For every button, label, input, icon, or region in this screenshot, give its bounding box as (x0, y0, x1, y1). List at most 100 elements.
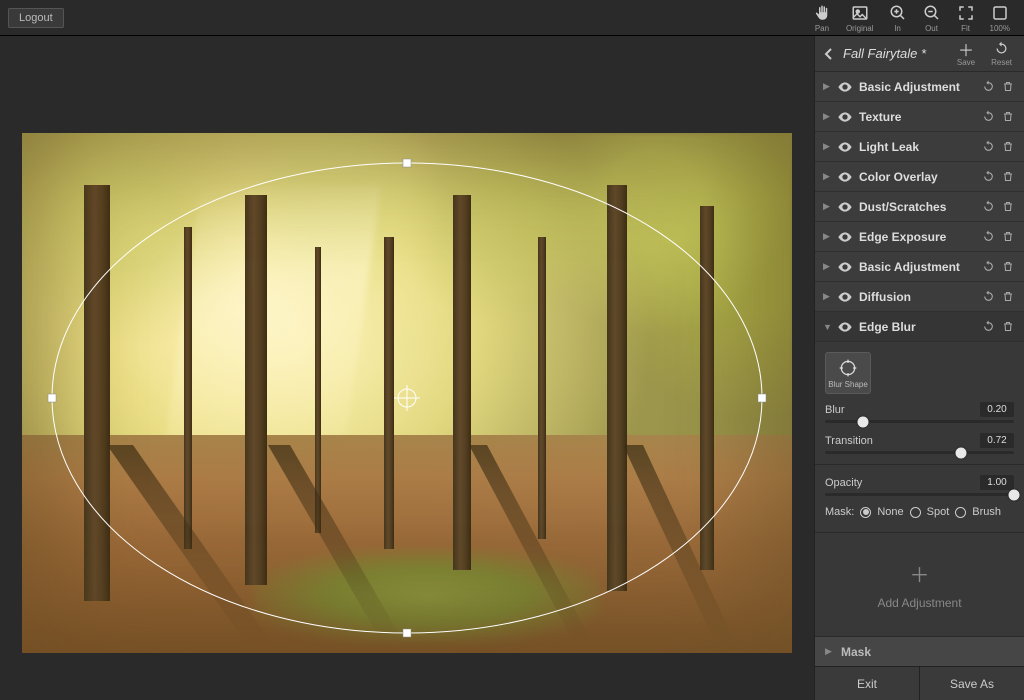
reset-adjustment-icon[interactable] (982, 320, 996, 334)
bottom-bar: Exit Save As (815, 666, 1024, 700)
mask-section[interactable]: ▶ Mask (815, 636, 1024, 666)
adjustment-row[interactable]: ▶ Basic Adjustment (815, 72, 1024, 102)
delete-adjustment-icon[interactable] (1002, 110, 1016, 124)
opacity-thumb[interactable] (1009, 489, 1020, 500)
delete-adjustment-icon[interactable] (1002, 320, 1016, 334)
plus-icon: ＋ (910, 559, 930, 588)
exit-button[interactable]: Exit (815, 667, 920, 700)
adjustment-label: Edge Blur (859, 320, 976, 334)
visibility-toggle[interactable] (837, 199, 853, 215)
chevron-right-icon: ▶ (823, 201, 831, 212)
delete-adjustment-icon[interactable] (1002, 140, 1016, 154)
visibility-toggle[interactable] (837, 319, 853, 335)
mask-none-radio[interactable] (860, 507, 871, 518)
transition-value[interactable]: 0.72 (980, 433, 1014, 448)
blur-shape-button[interactable]: Blur Shape (825, 352, 871, 394)
reset-adjustment-icon[interactable] (982, 110, 996, 124)
back-button[interactable] (823, 47, 835, 61)
visibility-toggle[interactable] (837, 79, 853, 95)
visibility-toggle[interactable] (837, 139, 853, 155)
adjustment-label: Texture (859, 110, 976, 124)
pan-tool[interactable]: Pan (806, 1, 838, 35)
reset-adjustment-icon[interactable] (982, 260, 996, 274)
mask-spot-radio[interactable] (910, 507, 921, 518)
chevron-right-icon: ▶ (825, 646, 833, 657)
adjustment-row[interactable]: ▶ Basic Adjustment (815, 252, 1024, 282)
canvas-area[interactable] (0, 36, 814, 700)
adjustment-label: Color Overlay (859, 170, 976, 184)
adjustment-row[interactable]: ▶Diffusion (815, 282, 1024, 312)
panel-header: Fall Fairytale * ＋ Save Reset (815, 36, 1024, 72)
delete-adjustment-icon[interactable] (1002, 80, 1016, 94)
adjustment-row[interactable]: ▶ Color Overlay (815, 162, 1024, 192)
adjustment-label: Basic Adjustment (859, 260, 976, 274)
zoom-out-icon (922, 3, 942, 23)
image-canvas[interactable] (22, 133, 792, 653)
adjustment-row[interactable]: ▶ Texture (815, 102, 1024, 132)
reset-adjustment-icon[interactable] (982, 290, 996, 304)
blur-value[interactable]: 0.20 (980, 402, 1014, 417)
blur-slider[interactable]: Blur 0.20 (825, 402, 1014, 423)
mask-options: Mask: None Spot Brush (825, 506, 1014, 518)
delete-adjustment-icon[interactable] (1002, 260, 1016, 274)
adjustment-row[interactable]: ▼ Edge Blur (815, 312, 1024, 342)
visibility-toggle[interactable] (837, 229, 853, 245)
adjustment-row[interactable]: ▶ Edge Exposure (815, 222, 1024, 252)
visibility-toggle[interactable] (837, 169, 853, 185)
adjustment-row[interactable]: ▶ Light Leak (815, 132, 1024, 162)
plus-icon: ＋ (958, 41, 974, 57)
transition-thumb[interactable] (956, 447, 967, 458)
reset-adjustment-icon[interactable] (982, 140, 996, 154)
chevron-right-icon: ▶ (823, 111, 831, 122)
visibility-toggle[interactable] (837, 259, 853, 275)
hand-icon (812, 3, 832, 23)
fit-icon (956, 3, 976, 23)
save-button[interactable]: ＋ Save (953, 41, 979, 67)
original-tool[interactable]: Original (840, 1, 880, 35)
add-adjustment-button[interactable]: ＋ Add Adjustment (815, 533, 1024, 636)
chevron-right-icon: ▶ (823, 141, 831, 152)
delete-adjustment-icon[interactable] (1002, 200, 1016, 214)
adjustment-label: Light Leak (859, 140, 976, 154)
edge-blur-controls: Blur Shape Blur 0.20 Transition 0.72 (815, 342, 1024, 533)
reset-icon (994, 41, 1010, 57)
chevron-right-icon: ▶ (823, 81, 831, 92)
chevron-down-icon: ▼ (823, 322, 831, 332)
reset-adjustment-icon[interactable] (982, 170, 996, 184)
zoom-100-tool[interactable]: 100% (984, 1, 1016, 35)
delete-adjustment-icon[interactable] (1002, 230, 1016, 244)
logout-button[interactable]: Logout (8, 8, 64, 28)
reset-adjustment-icon[interactable] (982, 230, 996, 244)
transition-slider[interactable]: Transition 0.72 (825, 433, 1014, 454)
adjustment-label: Edge Exposure (859, 230, 976, 244)
preset-title: Fall Fairytale * (843, 46, 945, 61)
visibility-toggle[interactable] (837, 289, 853, 305)
delete-adjustment-icon[interactable] (1002, 170, 1016, 184)
adjustment-label: Basic Adjustment (859, 80, 976, 94)
adjustment-label: Dust/Scratches (859, 200, 976, 214)
view-tools: Pan Original In Out (806, 1, 1016, 35)
blur-thumb[interactable] (857, 416, 868, 427)
chevron-right-icon: ▶ (823, 231, 831, 242)
topbar: Logout Pan Original In (0, 0, 1024, 36)
zoom-in-icon (888, 3, 908, 23)
delete-adjustment-icon[interactable] (1002, 290, 1016, 304)
opacity-slider[interactable]: Opacity 1.00 (825, 475, 1014, 496)
adjustments-list: ▶ Basic Adjustment ▶ Texture ▶ Light Leak ▶ Col… (815, 72, 1024, 342)
chevron-right-icon: ▶ (823, 261, 831, 272)
actual-size-icon (990, 3, 1010, 23)
edited-image (22, 133, 792, 653)
reset-button[interactable]: Reset (987, 41, 1016, 67)
reset-adjustment-icon[interactable] (982, 200, 996, 214)
mask-brush-radio[interactable] (955, 507, 966, 518)
visibility-toggle[interactable] (837, 109, 853, 125)
opacity-value[interactable]: 1.00 (980, 475, 1014, 490)
reset-adjustment-icon[interactable] (982, 80, 996, 94)
zoom-in-tool[interactable]: In (882, 1, 914, 35)
image-icon (850, 3, 870, 23)
save-as-button[interactable]: Save As (920, 667, 1024, 700)
adjustment-row[interactable]: ▶ Dust/Scratches (815, 192, 1024, 222)
chevron-right-icon: ▶ (823, 171, 831, 182)
zoom-fit-tool[interactable]: Fit (950, 1, 982, 35)
zoom-out-tool[interactable]: Out (916, 1, 948, 35)
